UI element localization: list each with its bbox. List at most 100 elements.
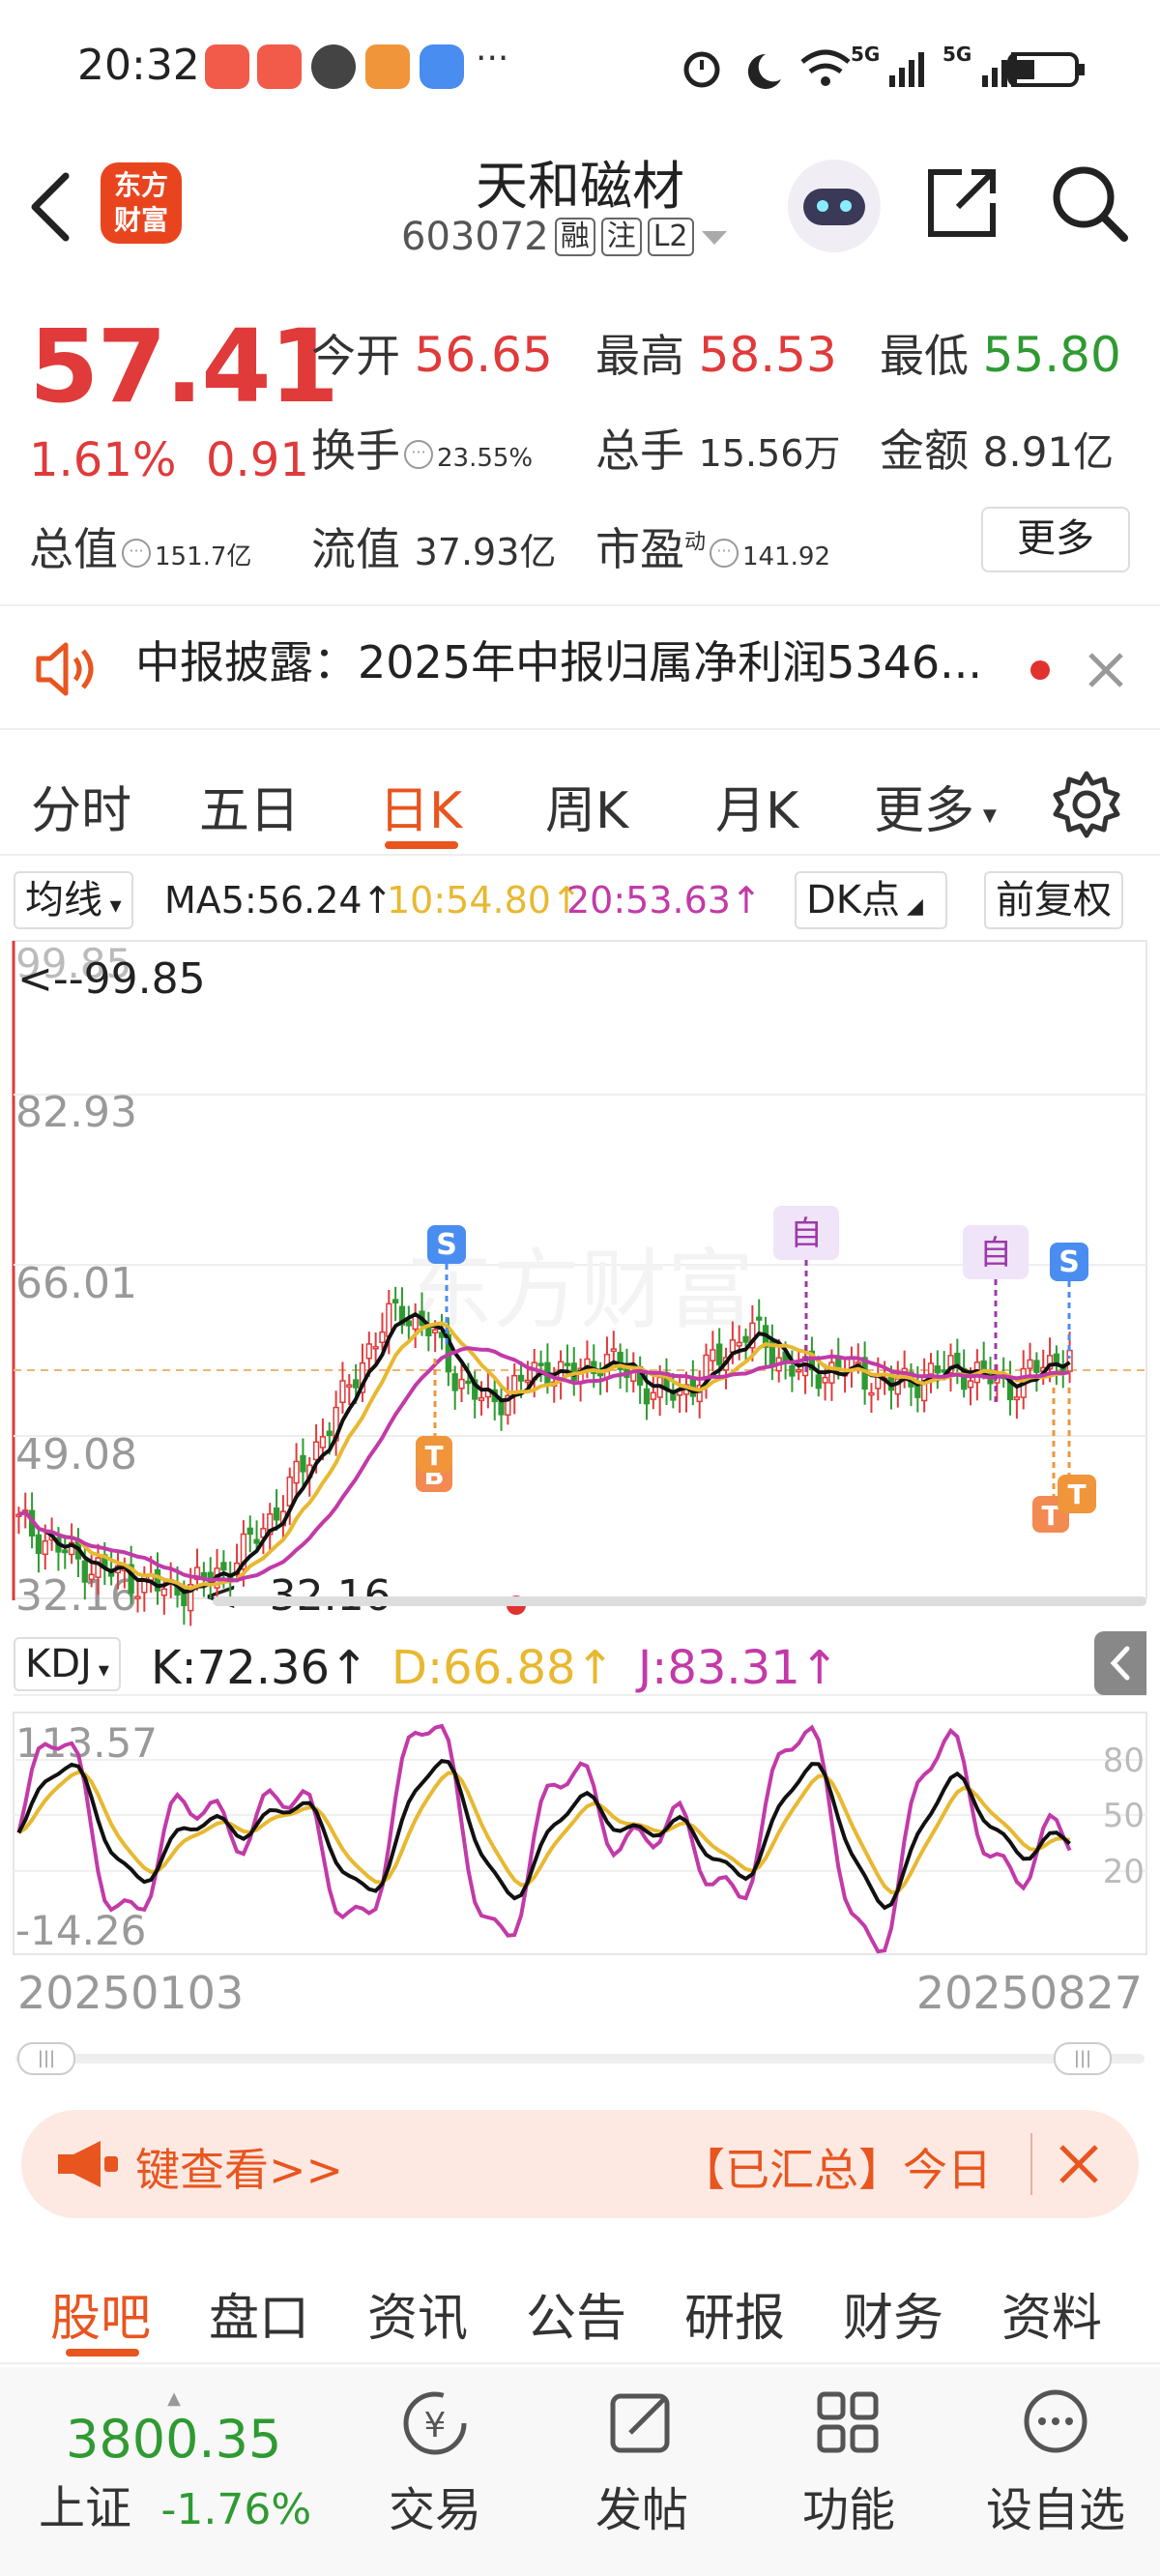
scroller-left-handle[interactable]: |||: [17, 2042, 75, 2075]
megaphone-icon: [58, 2141, 118, 2187]
moon-icon: [747, 53, 781, 89]
tab-orderbook[interactable]: 盘口: [209, 2277, 309, 2350]
kdj-j-value: J:83.31↑: [638, 1641, 839, 1695]
info-icon: ···: [710, 538, 740, 568]
ma20-value: 20:53.63↑: [566, 879, 762, 922]
stock-header: 东方 财富 天和磁材 603072 融 注 L2: [0, 135, 1160, 285]
active-tab-indicator: [385, 841, 458, 849]
candle-body: [716, 1343, 723, 1365]
collapse-panel-button[interactable]: [1094, 1631, 1146, 1695]
kdj-select[interactable]: KDJ ▾: [14, 1637, 121, 1691]
news-ticker[interactable]: 中报披露：2025年中报归属净利润5346...: [0, 604, 1160, 730]
index-ticker[interactable]: ▲ 3800.35 上证 -1.76%: [39, 2388, 311, 2537]
max-marker: <--99.85: [17, 954, 206, 1004]
status-icons: [683, 49, 1085, 89]
tab-announcements[interactable]: 公告: [526, 2277, 626, 2350]
ma5-line: [17, 1311, 1071, 1595]
candle-body: [253, 1538, 260, 1544]
index-name: 上证: [39, 2481, 132, 2535]
candle-body: [35, 1534, 43, 1555]
kdj-y-min: -14.26: [15, 1907, 146, 1954]
candle-body: [710, 1349, 716, 1361]
assistant-avatar-icon[interactable]: [788, 160, 881, 252]
nav-post[interactable]: 发帖: [545, 2386, 739, 2539]
kdj-level: 80: [1103, 1742, 1145, 1780]
candle-body: [134, 1595, 141, 1599]
info-icon: ···: [404, 439, 433, 469]
svg-text:自: 自: [790, 1215, 823, 1253]
kline-svg[interactable]: 东方财富 99.85 <--99.85 82.93 66.01 49.08 32…: [0, 933, 1160, 2045]
candle-body: [478, 1396, 485, 1401]
nav-trade[interactable]: ¥ 交易: [338, 2386, 532, 2539]
candle-body: [352, 1379, 360, 1389]
ma-select[interactable]: 均线 ▾: [14, 871, 133, 929]
pe-ratio: 市盈动 ··· 141.92: [595, 523, 830, 575]
svg-text:T: T: [1067, 1478, 1086, 1510]
candle-body: [372, 1346, 379, 1350]
nav-add-watchlist[interactable]: 设自选: [959, 2386, 1152, 2539]
t-marker[interactable]: T T: [1032, 1388, 1096, 1533]
speaker-icon: [36, 642, 94, 696]
stock-code: 603072: [401, 215, 549, 259]
more-quote-button[interactable]: 更多: [981, 507, 1130, 572]
candle-body: [326, 1430, 333, 1437]
ma5-value: MA5:56.24↑: [164, 879, 393, 922]
range-bar: [213, 1596, 1146, 1606]
last-price: 57.41: [29, 307, 339, 425]
nav-functions[interactable]: 功能: [752, 2386, 945, 2539]
tab-financials[interactable]: 财务: [843, 2277, 943, 2350]
unread-dot: [1030, 660, 1050, 680]
stock-code-row[interactable]: 603072 融 注 L2: [401, 215, 729, 259]
chat-dots-icon: [1024, 2389, 1088, 2453]
settings-gear-icon[interactable]: [1052, 770, 1121, 839]
dropdown-icon: [701, 231, 727, 245]
candle-body: [312, 1441, 320, 1461]
close-icon[interactable]: [1087, 651, 1125, 689]
tab-monthly-k[interactable]: 月K: [715, 770, 798, 842]
adjust-select[interactable]: 前复权: [984, 871, 1123, 929]
candle-body: [498, 1399, 505, 1416]
open-price: 今开 56.65: [311, 327, 553, 383]
search-icon[interactable]: [1049, 162, 1130, 244]
tab-weekly-k[interactable]: 周K: [545, 770, 628, 842]
svg-text:自: 自: [979, 1234, 1012, 1273]
tab-news[interactable]: 资讯: [367, 2277, 468, 2350]
market-cap: 总值 ··· 151.7亿: [29, 523, 252, 575]
candle-body: [273, 1508, 280, 1521]
candle-body: [934, 1365, 941, 1374]
scroller-right-handle[interactable]: |||: [1054, 2042, 1112, 2075]
candle-body: [365, 1343, 372, 1360]
tab-daily-k[interactable]: 日K: [379, 770, 462, 842]
bottom-nav: ▲ 3800.35 上证 -1.76% ¥ 交易 发帖 功能 设自选: [0, 2367, 1160, 2576]
total-volume: 总手 15.56万: [595, 424, 841, 477]
promo-banner[interactable]: 键查看>> 【已汇总】今日: [21, 2110, 1139, 2218]
content-tabs: 股吧 盘口 资讯 公告 研报 财务 资料: [0, 2248, 1160, 2364]
turnover-rate: 换手 ··· 23.55%: [311, 424, 534, 477]
chevron-left-icon: [1110, 1646, 1130, 1681]
tab-five-day[interactable]: 五日: [199, 770, 300, 842]
expand-up-icon: ▲: [167, 2388, 181, 2409]
tab-more[interactable]: 更多 ▾: [874, 770, 997, 842]
dk-point-select[interactable]: DK点 ◢: [795, 871, 947, 929]
registered-tag: 注: [600, 218, 642, 256]
candle-body: [1013, 1396, 1021, 1401]
news-text: 中报披露：2025年中报归属净利润5346...: [135, 636, 982, 688]
candle-body: [432, 1329, 439, 1333]
message-notification-icon: [420, 44, 464, 89]
scroller-track: [15, 2054, 1145, 2064]
candle-body: [300, 1454, 306, 1473]
y-tick-label: 49.08: [15, 1430, 137, 1479]
kline-chart-area[interactable]: 东方财富 99.85 <--99.85 82.93 66.01 49.08 32…: [0, 933, 1160, 2045]
candle-body: [524, 1379, 532, 1384]
grid-apps-icon: [817, 2391, 879, 2453]
svg-text:S: S: [436, 1228, 457, 1262]
tab-profile[interactable]: 资料: [1001, 2277, 1102, 2350]
tab-research[interactable]: 研报: [684, 2277, 785, 2350]
range-scroller[interactable]: ||| |||: [0, 2040, 1160, 2079]
tab-intraday[interactable]: 分时: [31, 770, 131, 842]
kdj-level: 50: [1103, 1797, 1145, 1835]
tab-forum[interactable]: 股吧: [50, 2277, 151, 2350]
close-banner-icon[interactable]: [1058, 2143, 1100, 2185]
candle-body: [319, 1436, 327, 1449]
share-icon[interactable]: [923, 164, 1000, 242]
